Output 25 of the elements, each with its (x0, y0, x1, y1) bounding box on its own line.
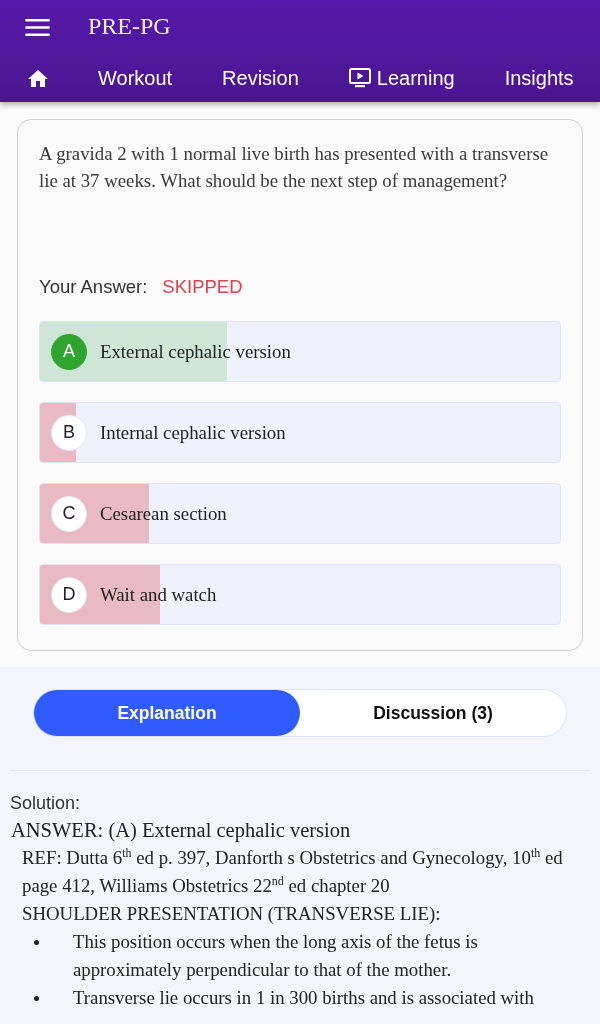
bullet-text: Transverse lie occurs in 1 in 300 births and is associated with (73, 986, 535, 1010)
nav-tab[interactable]: Learning (340, 54, 463, 102)
play-screen-icon (348, 68, 371, 88)
answer-line: ANSWER: (A) External cephalic version (11, 818, 352, 844)
section-title: SHOULDER PRESENTATION (TRANSVERSE LIE): (22, 902, 442, 926)
answer-option[interactable]: B Internal cephalic version (39, 402, 561, 463)
your-answer-status: SKIPPED (162, 276, 243, 298)
nav-tab[interactable]: Workout (90, 54, 181, 102)
tab[interactable]: Discussion (3) (300, 690, 566, 736)
nav-tab[interactable]: Revision (214, 54, 307, 102)
answer-option[interactable]: D Wait and watch (39, 564, 561, 625)
tab[interactable]: Explanation (34, 690, 300, 736)
bullet-text: This position occurs when the long axis of the fetus is approximately perpendicular to that of the mother. (73, 930, 479, 982)
reference-text: REF: Dutta 6$^{th}$ ed p. 397, Danforth s Obstetrics and Gynecology, 10$^{th}$ ed page 412, Williams Obstetrics 22$^{nd}$ ed chapter 20 (22, 844, 564, 898)
answer-option[interactable]: C Cesarean section (39, 483, 561, 544)
your-answer-label: Your Answer: (39, 276, 148, 298)
question-text: A gravida 2 with 1 normal live birth has presented with a transverse lie at 37 weeks. What should be the next step of management? (39, 142, 550, 193)
app-title: PRE-PG (88, 13, 171, 40)
answer-option[interactable]: A External cephalic version (39, 321, 561, 382)
home-icon (28, 69, 48, 87)
menu-icon[interactable] (25, 18, 50, 36)
bullet-icon (34, 940, 39, 945)
solution-heading: Solution: (10, 792, 82, 814)
bullet-icon (34, 996, 39, 1001)
nav-tab[interactable]: Insights (496, 54, 582, 102)
